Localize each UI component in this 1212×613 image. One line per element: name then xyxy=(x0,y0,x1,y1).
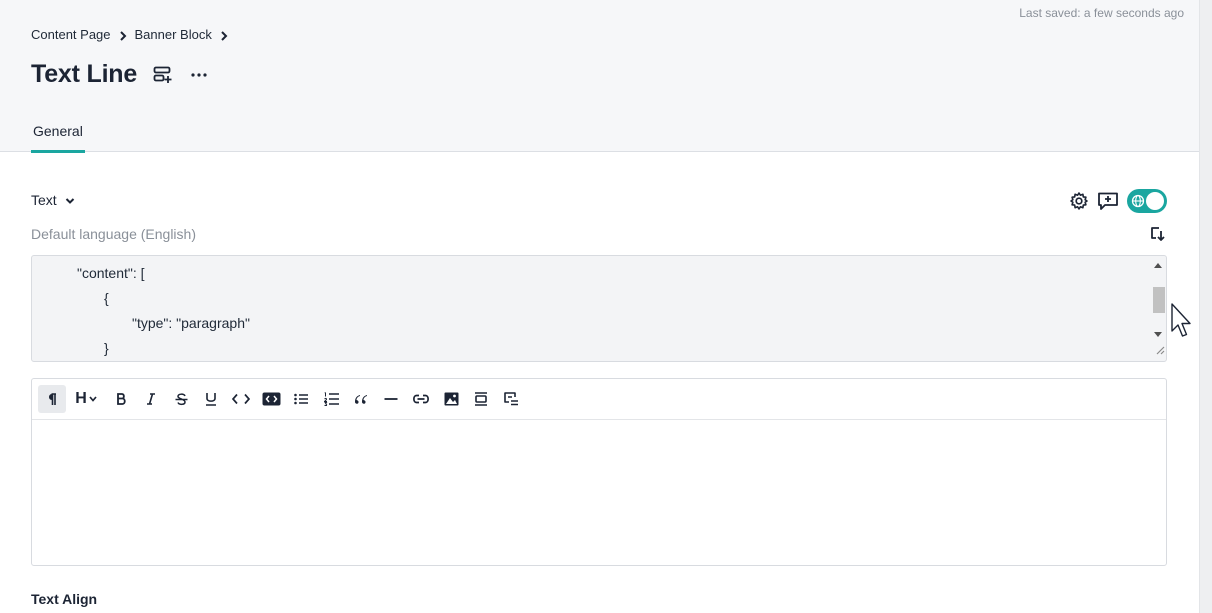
horizontal-rule-icon[interactable] xyxy=(376,385,406,413)
heading-label: H xyxy=(75,390,87,407)
title-row: Text Line xyxy=(31,60,207,89)
block-icon[interactable] xyxy=(496,385,526,413)
editor-content-area[interactable] xyxy=(32,420,1166,565)
scroll-down-icon[interactable] xyxy=(1149,327,1166,341)
breadcrumb-banner-block[interactable]: Banner Block xyxy=(135,27,212,42)
chevron-down-icon[interactable] xyxy=(65,192,75,208)
settings-icon[interactable] xyxy=(1069,191,1089,211)
globe-icon xyxy=(1131,194,1145,213)
strikethrough-icon[interactable] xyxy=(166,385,196,413)
field-header[interactable]: Text xyxy=(31,192,75,208)
embed-icon[interactable] xyxy=(466,385,496,413)
chevron-right-icon xyxy=(212,27,236,42)
code-line: "content": [ xyxy=(77,265,145,281)
image-icon[interactable] xyxy=(436,385,466,413)
field-label: Text xyxy=(31,192,57,208)
layout-add-icon[interactable] xyxy=(153,66,173,84)
text-align-label: Text Align xyxy=(31,591,98,607)
page-header: Last saved: a few seconds ago Content Pa… xyxy=(0,0,1199,153)
page-scrollbar[interactable] xyxy=(1199,0,1212,613)
underline-icon[interactable] xyxy=(196,385,226,413)
editor-toolbar: H xyxy=(32,379,1166,420)
mouse-cursor-icon xyxy=(1171,303,1191,337)
localize-toggle[interactable] xyxy=(1127,189,1167,213)
heading-dropdown[interactable]: H xyxy=(66,385,106,413)
more-horizontal-icon[interactable] xyxy=(191,72,207,77)
tab-general[interactable]: General xyxy=(31,123,85,153)
code-line: { xyxy=(104,290,109,306)
copy-down-icon[interactable] xyxy=(1149,225,1167,243)
code-line: "type": "paragraph" xyxy=(132,315,250,331)
bullet-list-icon[interactable] xyxy=(286,385,316,413)
chevron-down-icon xyxy=(89,396,97,402)
tab-bar: General xyxy=(31,123,85,153)
language-label: Default language (English) xyxy=(31,226,196,242)
breadcrumb: Content Page Banner Block xyxy=(31,27,236,42)
scroll-thumb[interactable] xyxy=(1153,287,1165,313)
page-title: Text Line xyxy=(31,60,138,88)
toggle-knob xyxy=(1146,192,1164,210)
scroll-up-icon[interactable] xyxy=(1149,258,1166,272)
ordered-list-icon[interactable] xyxy=(316,385,346,413)
last-saved-status: Last saved: a few seconds ago xyxy=(1019,6,1184,20)
link-icon[interactable] xyxy=(406,385,436,413)
blockquote-icon[interactable] xyxy=(346,385,376,413)
code-icon[interactable] xyxy=(226,385,256,413)
add-comment-icon[interactable] xyxy=(1097,191,1119,211)
code-block-icon[interactable] xyxy=(256,385,286,413)
json-textarea[interactable]: "content": [ { "type": "paragraph" } xyxy=(31,255,1167,362)
bold-icon[interactable] xyxy=(106,385,136,413)
breadcrumb-content-page[interactable]: Content Page xyxy=(31,27,111,42)
italic-icon[interactable] xyxy=(136,385,166,413)
main-content: Text Default language (English) "content… xyxy=(0,153,1199,613)
field-tools xyxy=(1069,189,1167,213)
chevron-right-icon xyxy=(111,27,135,42)
paragraph-icon[interactable] xyxy=(38,385,66,413)
rich-text-editor: H xyxy=(31,378,1167,566)
resize-grip-icon[interactable] xyxy=(1154,342,1165,360)
code-line: } xyxy=(104,340,109,356)
